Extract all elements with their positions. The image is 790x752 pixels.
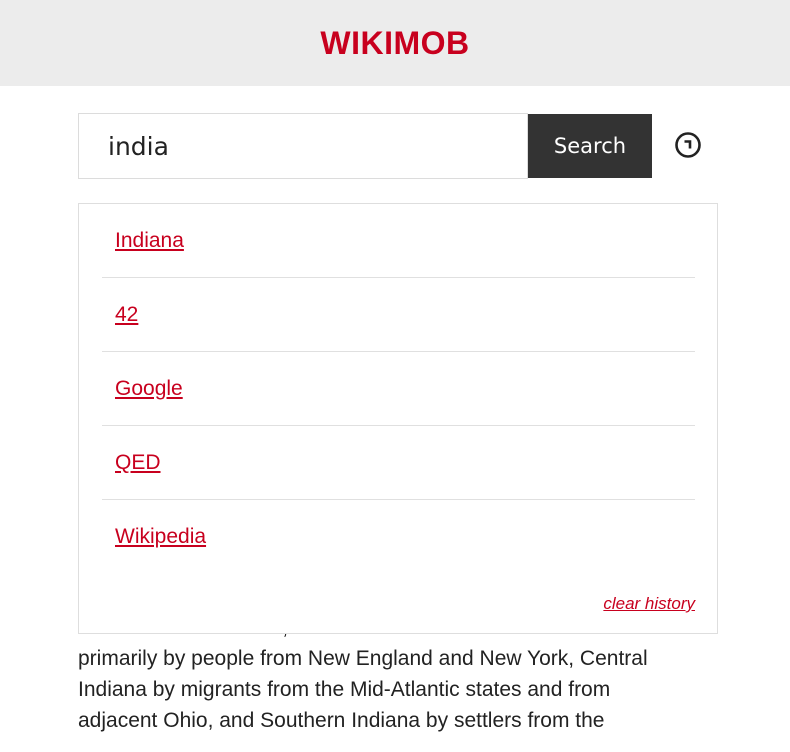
history-link-indiana[interactable]: Indiana bbox=[115, 229, 184, 253]
history-item: Google bbox=[102, 352, 695, 426]
history-link-42[interactable]: 42 bbox=[115, 303, 138, 327]
search-button[interactable]: Search bbox=[528, 114, 652, 178]
history-link-wikipedia[interactable]: Wikipedia bbox=[115, 525, 206, 549]
history-item: Indiana bbox=[102, 204, 695, 278]
clear-history-link[interactable]: clear history bbox=[603, 594, 695, 614]
article-line: Indiana by migrants from the Mid-Atlanti… bbox=[78, 678, 611, 701]
article-line: adjacent Ohio, and Southern Indiana by s… bbox=[78, 709, 605, 732]
app-header: WIKIMOB bbox=[0, 0, 790, 86]
history-item: 42 bbox=[102, 278, 695, 352]
article-line: primarily by people from New England and… bbox=[78, 647, 648, 670]
search-input[interactable] bbox=[78, 113, 528, 179]
history-link-qed[interactable]: QED bbox=[115, 451, 161, 475]
search-history-dropdown: Indiana 42 Google QED Wikipedia clear hi… bbox=[78, 203, 718, 634]
history-icon[interactable] bbox=[673, 130, 703, 160]
app-logo[interactable]: WIKIMOB bbox=[320, 25, 469, 62]
history-item: QED bbox=[102, 426, 695, 500]
history-item: Wikipedia bbox=[102, 500, 695, 574]
history-link-google[interactable]: Google bbox=[115, 377, 183, 401]
history-list: Indiana 42 Google QED Wikipedia bbox=[102, 204, 695, 574]
